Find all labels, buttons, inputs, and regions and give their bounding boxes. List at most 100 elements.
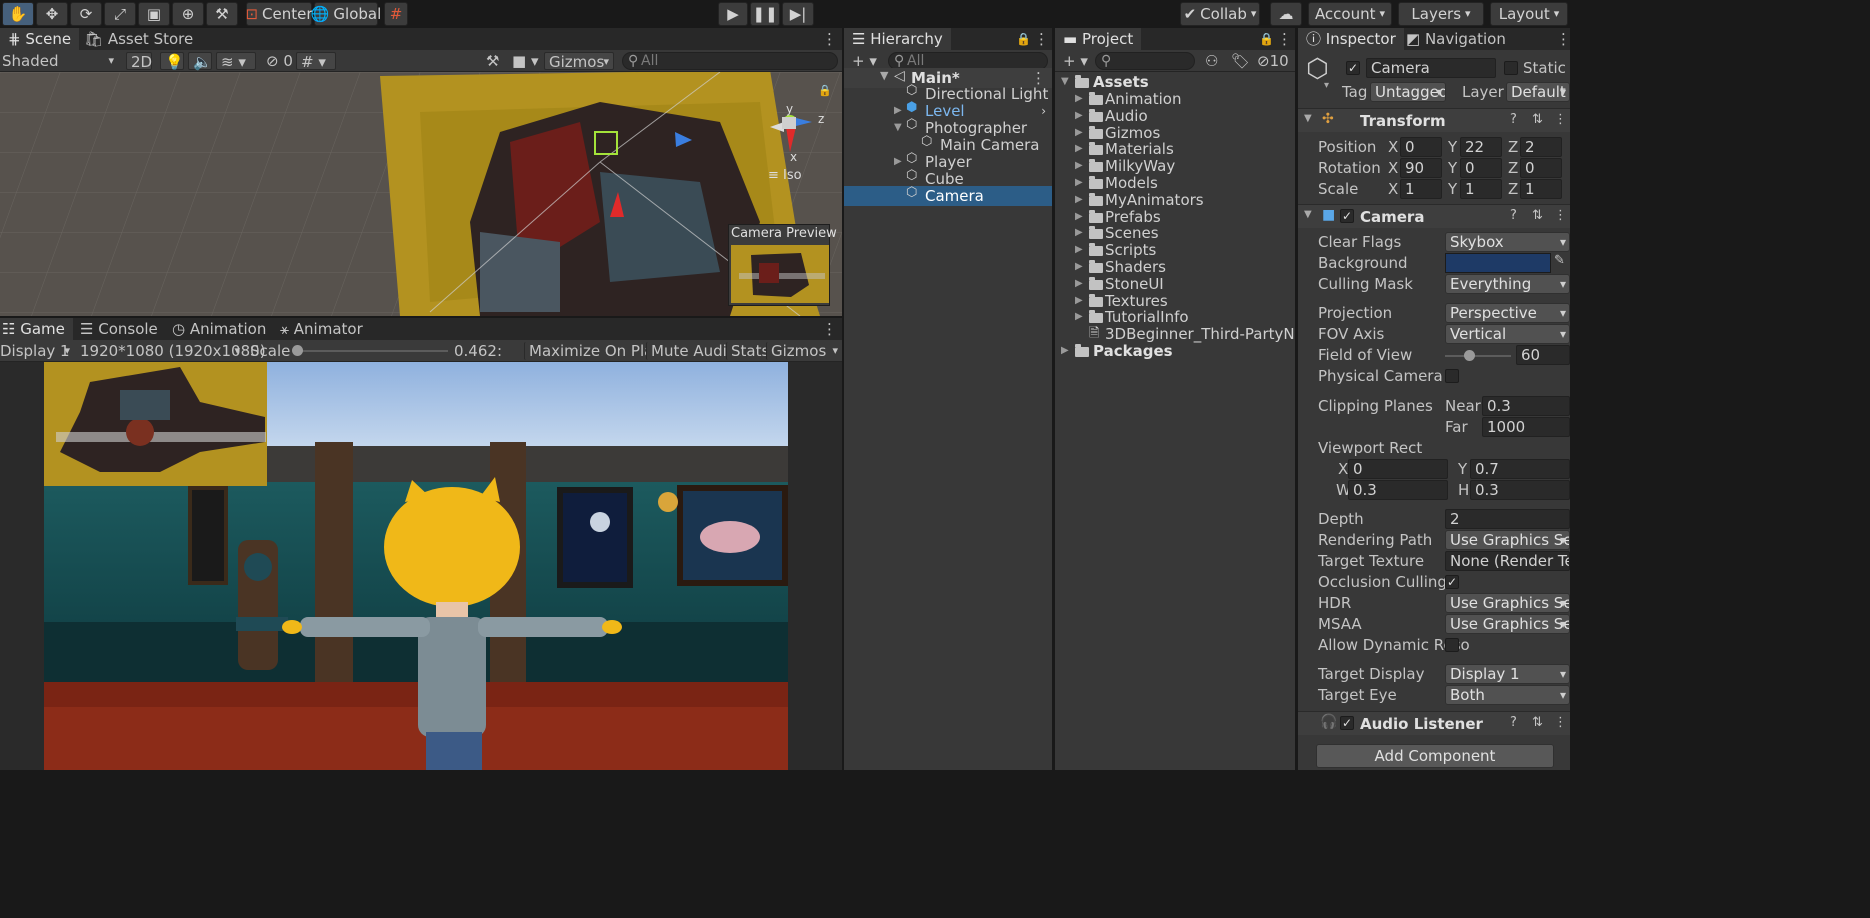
target-eye-dropdown[interactable]: Both xyxy=(1445,685,1570,705)
project-create-button[interactable]: + ▾ xyxy=(1059,52,1089,70)
effects-toggle[interactable]: ≋ ▾ xyxy=(216,52,256,71)
scale-slider-thumb[interactable] xyxy=(292,345,303,356)
audio-listener-header[interactable]: 🎧 ✓ Audio Listener ? ⇅ ⋮ xyxy=(1298,711,1570,735)
tab-console[interactable]: ☰ Console xyxy=(72,318,166,340)
preset-icon[interactable]: ⇅ xyxy=(1532,112,1543,127)
viewport-y-input[interactable]: 0.7 xyxy=(1470,459,1570,479)
rotate-tool-button[interactable]: ⟳ xyxy=(70,2,102,26)
z-axis-label[interactable]: Z xyxy=(1508,159,1518,177)
layers-dropdown[interactable]: Layers ▾ xyxy=(1398,2,1484,26)
lighting-toggle[interactable]: 💡 xyxy=(160,52,184,71)
shading-mode-dropdown[interactable]: Shaded ▾ xyxy=(0,52,118,70)
cloud-button[interactable]: ☁ xyxy=(1270,2,1302,26)
scene-menu-icon[interactable]: ⋮ xyxy=(822,30,837,48)
help-icon[interactable]: ? xyxy=(1510,715,1517,730)
tab-scene[interactable]: ⋕ Scene xyxy=(0,28,80,50)
preset-icon[interactable]: ⇅ xyxy=(1532,715,1543,730)
x-axis-label[interactable]: X xyxy=(1388,180,1398,198)
fov-input[interactable]: 60 xyxy=(1516,345,1570,365)
static-checkbox[interactable] xyxy=(1504,61,1518,75)
object-name-input[interactable]: Camera xyxy=(1366,58,1496,78)
tag-dropdown[interactable]: Untagged xyxy=(1370,82,1446,102)
game-viewport[interactable] xyxy=(0,362,842,770)
rendering-path-dropdown[interactable]: Use Graphics Set xyxy=(1445,530,1570,550)
hidden-objects-toggle[interactable]: ⊘ 0 xyxy=(262,52,293,70)
position-z-input[interactable]: 2 xyxy=(1520,137,1562,157)
y-axis-label[interactable]: Y xyxy=(1448,180,1457,198)
hierarchy-menu-icon[interactable]: ⋮ xyxy=(1034,30,1049,48)
viewport-x-input[interactable]: 0 xyxy=(1348,459,1448,479)
x-axis-label[interactable]: X xyxy=(1388,138,1398,156)
scale-z-input[interactable]: 1 xyxy=(1520,179,1562,199)
culling-mask-dropdown[interactable]: Everything xyxy=(1445,274,1570,294)
tab-project[interactable]: ▬ Project xyxy=(1055,28,1142,50)
position-y-input[interactable]: 22 xyxy=(1460,137,1502,157)
inspector-menu-icon[interactable]: ⋮ xyxy=(1556,30,1570,48)
collab-button[interactable]: ✔ Collab ▾ xyxy=(1180,2,1260,26)
move-tool-button[interactable]: ✥ xyxy=(36,2,68,26)
z-axis-label[interactable]: Z xyxy=(1508,180,1518,198)
stats-toggle[interactable]: Stats xyxy=(726,342,769,360)
packages-folder[interactable]: ▶ Packages xyxy=(1055,341,1295,361)
tab-inspector[interactable]: ⓘ Inspector xyxy=(1298,28,1404,50)
chevron-down-icon[interactable]: ▾ xyxy=(1324,80,1329,91)
hierarchy-item-camera[interactable]: ⬡ Camera xyxy=(844,186,1052,206)
snap-button[interactable]: # xyxy=(384,2,408,26)
display-dropdown[interactable]: Display 1 ▾ xyxy=(0,342,72,360)
play-button[interactable]: ▶ xyxy=(718,2,748,26)
help-icon[interactable]: ? xyxy=(1510,208,1517,223)
x-axis-label[interactable]: X xyxy=(1388,159,1398,177)
component-menu-icon[interactable]: ⋮ xyxy=(1554,715,1567,730)
rotation-y-input[interactable]: 0 xyxy=(1460,158,1502,178)
rotation-z-input[interactable]: 0 xyxy=(1520,158,1562,178)
iso-toggle[interactable]: ≡ Iso xyxy=(768,168,802,183)
viewport-h-input[interactable]: 0.3 xyxy=(1470,480,1570,500)
game-menu-icon[interactable]: ⋮ xyxy=(822,320,837,338)
fov-axis-dropdown[interactable]: Vertical xyxy=(1445,324,1570,344)
tab-animator[interactable]: ⚹ Animator xyxy=(272,318,371,340)
dynamic-resolution-checkbox[interactable] xyxy=(1445,638,1459,652)
pause-button[interactable]: ❚❚ xyxy=(750,2,780,26)
hierarchy-lock-icon[interactable]: 🔒 xyxy=(1016,30,1031,48)
tab-hierarchy[interactable]: ☰ Hierarchy xyxy=(844,28,951,50)
rotation-x-input[interactable]: 90 xyxy=(1400,158,1442,178)
scene-gizmos-dropdown[interactable]: Gizmos ▾ xyxy=(544,52,614,71)
scale-x-input[interactable]: 1 xyxy=(1400,179,1442,199)
help-icon[interactable]: ? xyxy=(1510,112,1517,127)
active-checkbox[interactable]: ✓ xyxy=(1346,61,1360,75)
layout-dropdown[interactable]: Layout ▾ xyxy=(1490,2,1568,26)
target-texture-field[interactable]: None (Render Te xyxy=(1445,551,1570,571)
project-lock-icon[interactable]: 🔒 xyxy=(1259,30,1274,48)
tab-game[interactable]: ☷ Game xyxy=(0,318,73,340)
eyedropper-icon[interactable]: ✎ xyxy=(1554,253,1565,268)
scale-y-input[interactable]: 1 xyxy=(1460,179,1502,199)
project-menu-icon[interactable]: ⋮ xyxy=(1277,30,1292,48)
hdr-dropdown[interactable]: Use Graphics Set xyxy=(1445,593,1570,613)
camera-settings-button[interactable]: ■ ▾ xyxy=(508,52,544,70)
audio-toggle[interactable]: 🔈 xyxy=(188,52,212,71)
physical-camera-checkbox[interactable] xyxy=(1445,369,1459,383)
resolution-dropdown[interactable]: 1920*1080 (1920x1080) ▾ xyxy=(76,342,266,360)
target-display-dropdown[interactable]: Display 1 xyxy=(1445,664,1570,684)
transform-tool-button[interactable]: ⊕ xyxy=(172,2,204,26)
mute-audio-toggle[interactable]: Mute Audio xyxy=(646,342,736,360)
2d-toggle[interactable]: 2D xyxy=(126,52,152,71)
background-color-field[interactable] xyxy=(1445,253,1551,273)
add-component-button[interactable]: Add Component xyxy=(1316,744,1554,768)
search-by-label-button[interactable]: 🏷 xyxy=(1227,52,1250,70)
scale-tool-button[interactable]: ⤢ xyxy=(104,2,136,26)
y-axis-label[interactable]: Y xyxy=(1448,138,1457,156)
clear-flags-dropdown[interactable]: Skybox xyxy=(1445,232,1570,252)
layer-dropdown[interactable]: Default xyxy=(1506,82,1570,102)
fov-slider-thumb[interactable] xyxy=(1464,350,1475,361)
custom-tool-button[interactable]: ⚒ xyxy=(206,2,238,26)
near-input[interactable]: 0.3 xyxy=(1482,396,1570,416)
occlusion-culling-checkbox[interactable]: ✓ xyxy=(1445,575,1459,589)
viewport-w-input[interactable]: 0.3 xyxy=(1348,480,1448,500)
scene-search-input[interactable]: ⚲ All xyxy=(622,52,838,70)
pivot-center-button[interactable]: ⊡ Center xyxy=(245,2,313,26)
transform-component-header[interactable]: ▼ ✣ Transform ? ⇅ ⋮ xyxy=(1298,108,1570,132)
step-button[interactable]: ▶| xyxy=(782,2,814,26)
z-axis-label[interactable]: Z xyxy=(1508,138,1518,156)
component-menu-icon[interactable]: ⋮ xyxy=(1554,112,1567,127)
